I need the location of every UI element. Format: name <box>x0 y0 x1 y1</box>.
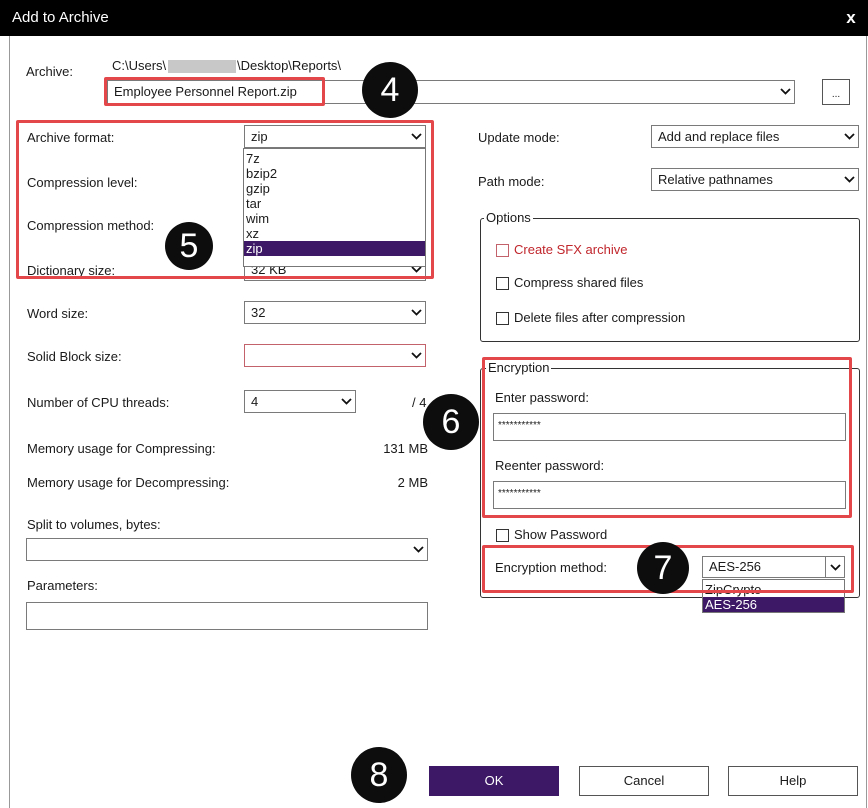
close-button[interactable]: x <box>840 8 862 28</box>
mem-decompress-value: 2 MB <box>397 475 428 490</box>
chevron-down-icon[interactable] <box>406 302 425 323</box>
solid-block-select[interactable] <box>244 344 426 367</box>
chevron-down-icon[interactable] <box>336 391 355 412</box>
chevron-down-icon[interactable] <box>775 81 794 102</box>
cancel-button[interactable]: Cancel <box>579 766 709 796</box>
word-size-select[interactable]: 32 <box>244 301 426 324</box>
parameters-input[interactable] <box>26 602 428 630</box>
help-button[interactable]: Help <box>728 766 858 796</box>
callout-badge-4: 4 <box>362 62 418 118</box>
browse-button[interactable]: ... <box>822 79 850 105</box>
parameters-label: Parameters: <box>27 578 98 593</box>
delete-after-label[interactable]: Delete files after compression <box>514 310 685 325</box>
cpu-threads-label: Number of CPU threads: <box>27 395 170 410</box>
split-select[interactable] <box>26 538 428 561</box>
callout-badge-7: 7 <box>637 542 689 594</box>
callout-badge-5: 5 <box>165 222 213 270</box>
highlight-box-format <box>16 120 434 279</box>
split-label: Split to volumes, bytes: <box>27 517 161 532</box>
redacted-username <box>168 60 236 73</box>
archive-path-prefix: C:\Users\ <box>112 58 167 73</box>
mem-compress-value: 131 MB <box>383 441 428 456</box>
mem-decompress-label: Memory usage for Decompressing: <box>27 475 230 490</box>
chevron-down-icon[interactable] <box>406 345 425 366</box>
create-sfx-label[interactable]: Create SFX archive <box>514 242 627 257</box>
archive-path-suffix: \Desktop\Reports\ <box>237 58 342 73</box>
create-sfx-checkbox[interactable] <box>496 244 509 257</box>
show-password-label[interactable]: Show Password <box>514 527 607 542</box>
options-legend: Options <box>484 210 533 225</box>
mem-compress-label: Memory usage for Compressing: <box>27 441 216 456</box>
window-title: Add to Archive <box>12 9 109 26</box>
update-mode-label: Update mode: <box>478 130 560 145</box>
encryption-option-selected[interactable]: AES-256 <box>703 597 844 612</box>
word-size-value: 32 <box>251 305 266 320</box>
callout-badge-6: 6 <box>423 394 479 450</box>
cpu-threads-value: 4 <box>251 394 259 409</box>
archive-label: Archive: <box>26 64 73 79</box>
show-password-checkbox[interactable] <box>496 529 509 542</box>
highlight-box-archive <box>104 77 325 106</box>
highlight-box-encryption <box>482 357 852 518</box>
delete-after-checkbox[interactable] <box>496 312 509 325</box>
title-bar <box>0 0 868 36</box>
cpu-threads-select[interactable]: 4 <box>244 390 356 413</box>
solid-block-label: Solid Block size: <box>27 349 122 364</box>
word-size-label: Word size: <box>27 306 89 321</box>
path-mode-value: Relative pathnames <box>658 172 773 187</box>
cpu-threads-max: / 4 <box>412 395 427 410</box>
update-mode-value: Add and replace files <box>658 129 780 144</box>
compress-shared-checkbox[interactable] <box>496 277 509 290</box>
chevron-down-icon[interactable] <box>839 126 858 147</box>
compress-shared-label[interactable]: Compress shared files <box>514 275 643 290</box>
update-mode-select[interactable]: Add and replace files <box>651 125 859 148</box>
callout-badge-8: 8 <box>351 747 407 803</box>
ok-button[interactable]: OK <box>429 766 559 796</box>
path-mode-select[interactable]: Relative pathnames <box>651 168 859 191</box>
chevron-down-icon[interactable] <box>408 539 427 560</box>
chevron-down-icon[interactable] <box>839 169 858 190</box>
path-mode-label: Path mode: <box>478 174 545 189</box>
